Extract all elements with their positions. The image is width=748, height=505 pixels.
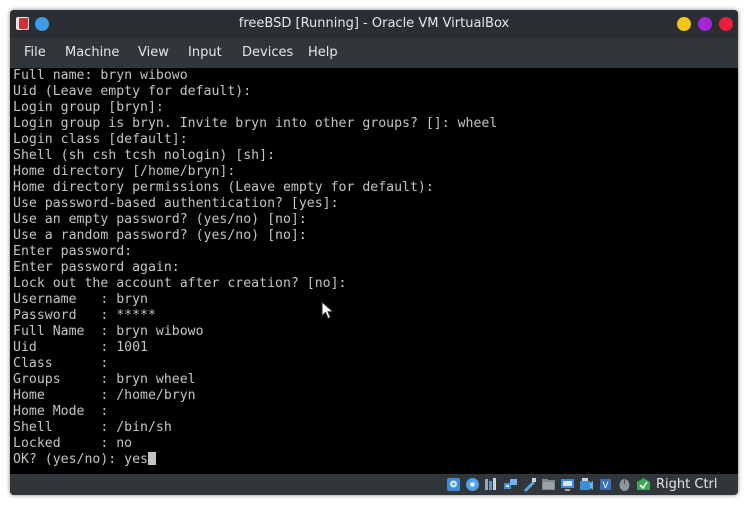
title-bar[interactable]: freeBSD [Running] - Oracle VM VirtualBox [10, 10, 738, 38]
console-line: Lock out the account after creation? [no… [13, 276, 347, 291]
console-line: Password : ***** [13, 308, 156, 323]
console-line: Locked : no [13, 436, 133, 451]
console-line: Uid (Leave empty for default): [13, 84, 252, 99]
menu-input[interactable]: Input [188, 38, 222, 68]
menu-file[interactable]: File [24, 38, 46, 68]
console-line: Login group is bryn. Invite bryn into ot… [13, 116, 498, 131]
console-line: Enter password again: [13, 260, 180, 275]
console-line: Groups : bryn wheel [13, 372, 196, 387]
display-icon[interactable] [560, 477, 575, 492]
menu-devices[interactable]: Devices [242, 38, 293, 68]
network-icon[interactable] [503, 477, 518, 492]
mouse-integration-icon[interactable] [617, 477, 632, 492]
console-line: Shell : /bin/sh [13, 420, 172, 435]
menu-help[interactable]: Help [308, 38, 338, 68]
console-prompt: OK? (yes/no): yes [13, 452, 148, 467]
console-line: Full Name : bryn wibowo [13, 324, 204, 339]
console-line: Use an empty password? (yes/no) [no]: [13, 212, 307, 227]
status-bar: V Right Ctrl [10, 474, 738, 495]
console-line: Class : [13, 356, 109, 371]
svg-text:V: V [602, 481, 609, 491]
host-key-label[interactable]: Right Ctrl [656, 474, 718, 495]
console-line: Full name: bryn wibowo [13, 68, 188, 83]
console-prompt-line[interactable]: OK? (yes/no): yes [13, 452, 156, 468]
menu-bar: File Machine View Input Devices Help [10, 38, 738, 68]
virtualbox-window: freeBSD [Running] - Oracle VM VirtualBox… [10, 10, 738, 495]
minimize-button[interactable] [677, 17, 691, 31]
keyboard-icon[interactable] [636, 477, 651, 492]
shared-folders-icon[interactable] [541, 477, 556, 492]
console-line: Username : bryn [13, 292, 148, 307]
recording-icon[interactable] [579, 477, 594, 492]
console-line: Login group [bryn]: [13, 100, 164, 115]
optical-disk-icon[interactable] [465, 477, 480, 492]
menu-machine[interactable]: Machine [65, 38, 119, 68]
console-line: Login class [default]: [13, 132, 188, 147]
console-line: Home Mode : [13, 404, 109, 419]
close-button[interactable] [719, 17, 733, 31]
console-line: Shell (sh csh tcsh nologin) [sh]: [13, 148, 276, 163]
usb-icon[interactable] [522, 477, 537, 492]
mouse-pointer-icon [321, 301, 335, 320]
cpu-icon[interactable]: V [598, 477, 613, 492]
console-line: Enter password: [13, 244, 133, 259]
menu-view[interactable]: View [138, 38, 169, 68]
console-line: Home directory [/home/bryn]: [13, 164, 236, 179]
console-line: Home directory permissions (Leave empty … [13, 180, 434, 195]
vm-console-screen[interactable]: Full name: bryn wibowo Uid (Leave empty … [10, 68, 738, 474]
console-line: Home : /home/bryn [13, 388, 196, 403]
console-line: Use a random password? (yes/no) [no]: [13, 228, 307, 243]
maximize-button[interactable] [698, 17, 712, 31]
window-title: freeBSD [Running] - Oracle VM VirtualBox [238, 16, 510, 31]
console-line: Use password-based authentication? [yes]… [13, 196, 339, 211]
hard-disk-icon[interactable] [446, 477, 461, 492]
text-cursor [147, 452, 156, 465]
console-line: Uid : 1001 [13, 340, 148, 355]
audio-icon[interactable] [484, 477, 499, 492]
